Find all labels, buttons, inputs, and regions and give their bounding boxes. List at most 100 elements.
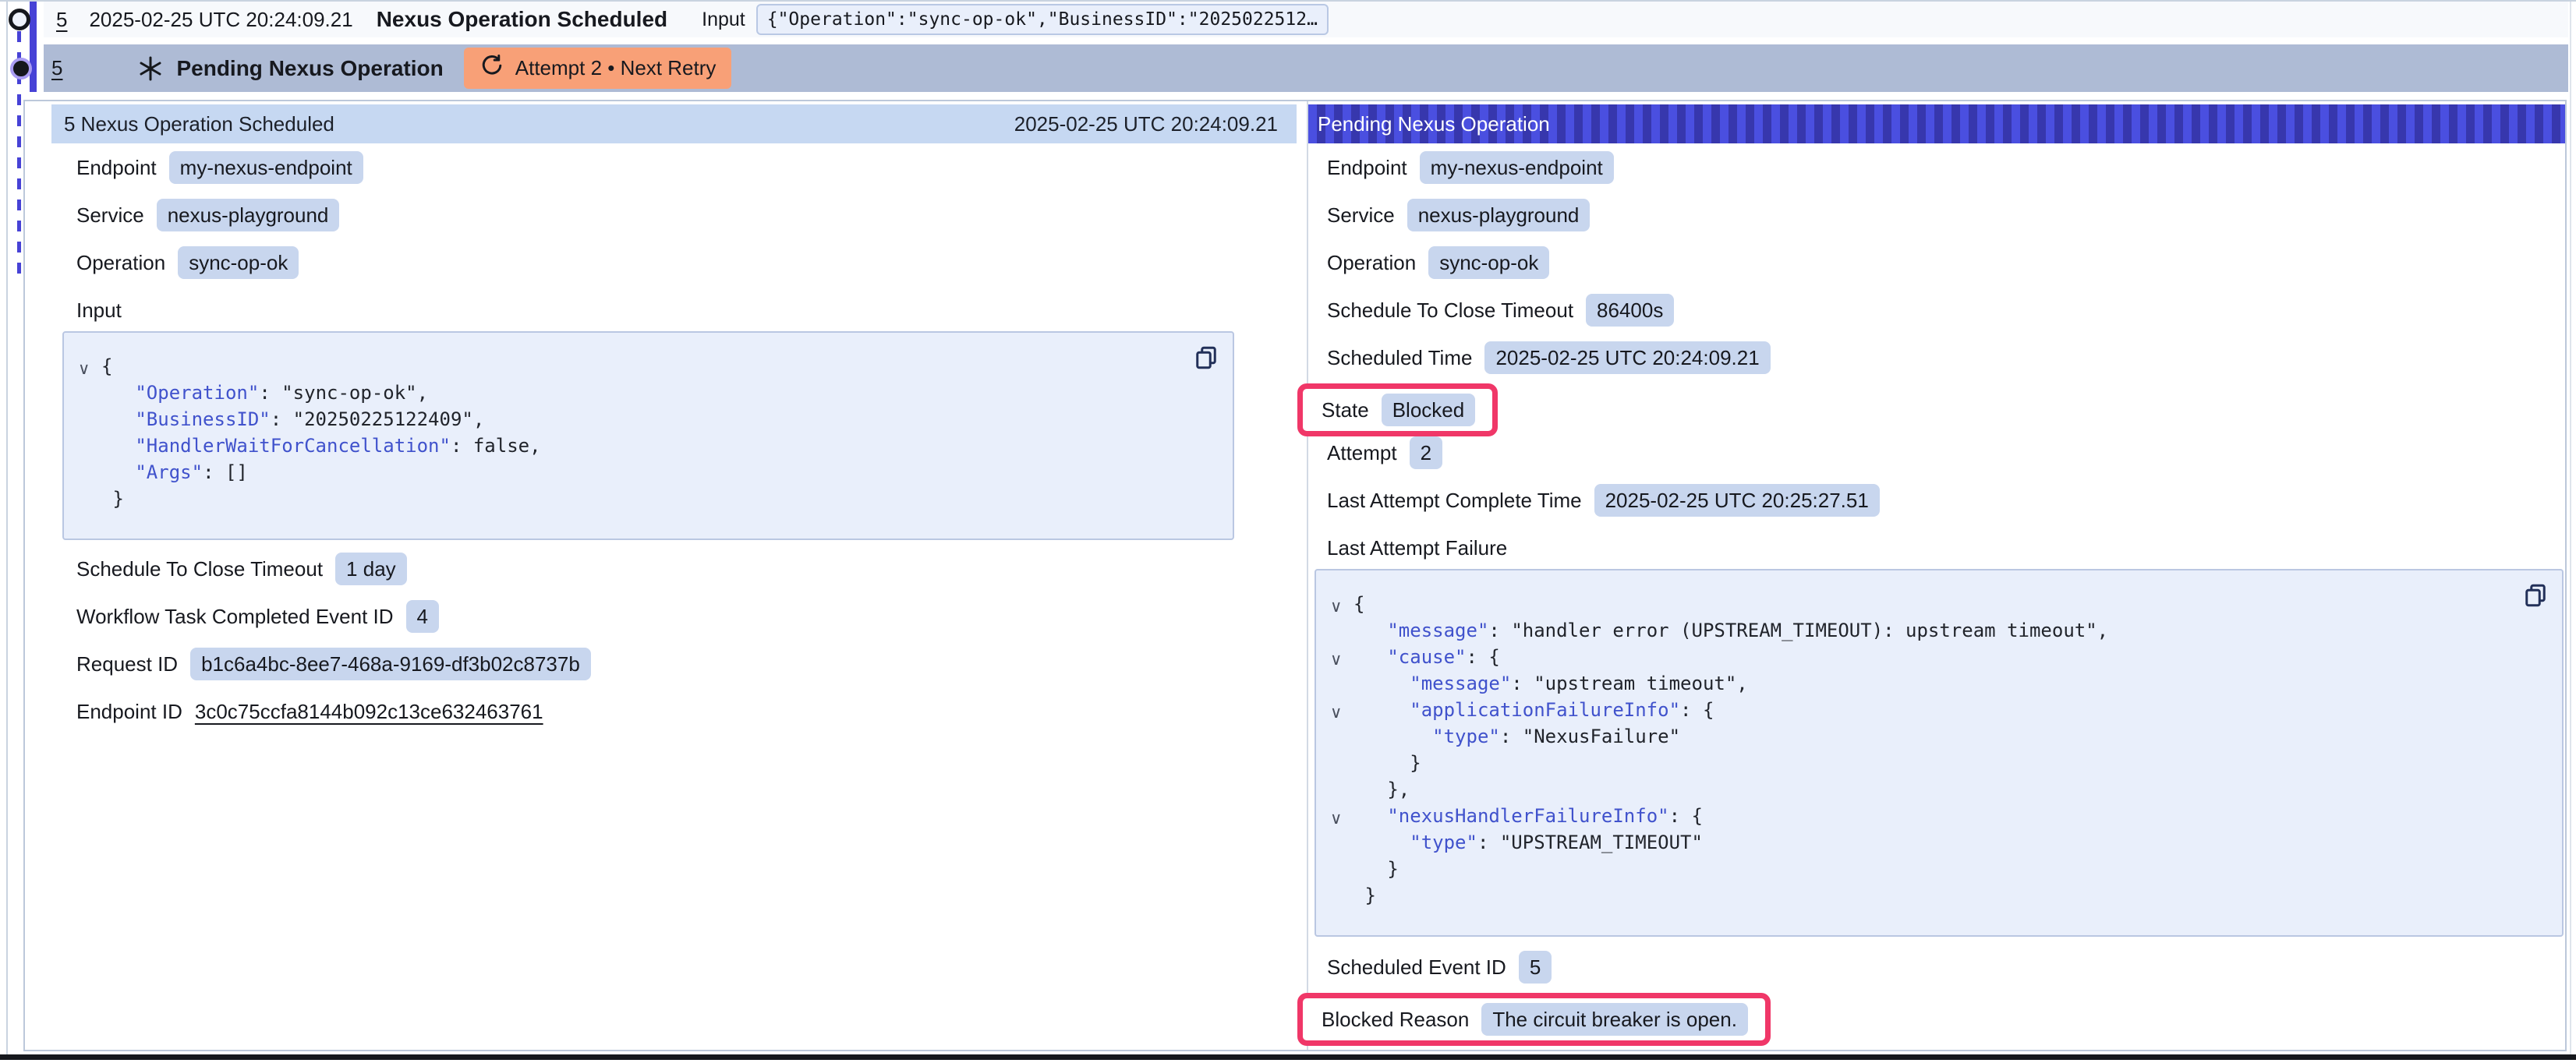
detail-header-title: Pending Nexus Operation [1318, 112, 1550, 136]
timeline-node-filled-icon [10, 58, 32, 79]
code-gutter [1324, 832, 1353, 858]
field-value-badge: 1 day [335, 553, 407, 585]
field-value-badge: sync-op-ok [178, 246, 299, 279]
code-gutter [72, 408, 101, 435]
field-scheduled-event-id: Scheduled Event ID 5 [1327, 951, 2565, 984]
field-schedule-to-close-timeout: Schedule To Close Timeout 86400s [1327, 294, 2565, 327]
event-title: Nexus Operation Scheduled [377, 7, 667, 32]
field-value-badge: sync-op-ok [1428, 246, 1549, 279]
field-value-badge: 4 [406, 600, 439, 633]
code-line: ∨{ [72, 353, 1217, 380]
code-gutter [1324, 779, 1353, 805]
field-label: Operation [1327, 251, 1416, 275]
timeline-rail [6, 2, 8, 1055]
field-endpoint: Endpoint my-nexus-endpoint [1327, 151, 2565, 184]
failure-json-viewer: ∨{ "message": "handler error (UPSTREAM_T… [1315, 569, 2564, 937]
field-label: Workflow Task Completed Event ID [76, 605, 394, 629]
field-blocked-reason: Blocked Reason The circuit breaker is op… [1327, 993, 2565, 1046]
pending-detail-header: Pending Nexus Operation [1308, 104, 2565, 143]
code-line: ∨ "cause": { [1324, 644, 2546, 670]
pending-asterisk-icon [137, 55, 164, 82]
field-label: Attempt [1327, 441, 1397, 465]
input-section-label: Input [76, 294, 1297, 327]
collapse-chevron-icon[interactable]: ∨ [1324, 699, 1353, 726]
code-line: "HandlerWaitForCancellation": false, [72, 433, 1217, 459]
workflow-event-history-view: 5 2025-02-25 UTC 20:24:09.21 Nexus Opera… [0, 0, 2576, 1063]
field-operation: Operation sync-op-ok [1327, 246, 2565, 279]
code-gutter [1324, 752, 1353, 779]
code-line: } [1324, 882, 2546, 909]
field-attempt: Attempt 2 [1327, 436, 2565, 469]
field-label: Schedule To Close Timeout [1327, 298, 1573, 323]
copy-button[interactable] [2521, 581, 2549, 609]
code-line: } [1324, 750, 2546, 776]
field-value-badge: nexus-playground [1407, 199, 1591, 231]
field-label: Schedule To Close Timeout [76, 557, 323, 581]
field-label: Operation [76, 251, 165, 275]
field-workflow-task-completed-event-id: Workflow Task Completed Event ID 4 [76, 600, 1297, 633]
event-row-nexus-operation-scheduled[interactable]: 5 2025-02-25 UTC 20:24:09.21 Nexus Opera… [44, 2, 2568, 37]
field-label: Service [76, 203, 144, 228]
field-value-badge: 2 [1410, 436, 1442, 469]
field-value-badge: 5 [1519, 951, 1552, 984]
code-line: ∨ "nexusHandlerFailureInfo": { [1324, 803, 2546, 829]
last-attempt-failure-label: Last Attempt Failure [1327, 532, 2565, 564]
event-row-pending-nexus-operation[interactable]: 5 Pending Nexus Operation Attempt 2 • Ne… [44, 44, 2568, 92]
retry-icon [479, 53, 504, 83]
input-json-code: ∨{ "Operation": "sync-op-ok", "BusinessI… [72, 353, 1217, 512]
state-highlight-annotation: State Blocked [1297, 383, 1498, 436]
input-json-viewer: ∨{ "Operation": "sync-op-ok", "BusinessI… [62, 331, 1234, 540]
field-label: Blocked Reason [1322, 1008, 1469, 1032]
code-line: "type": "NexusFailure" [1324, 723, 2546, 750]
event-input-preview-chip: {"Operation":"sync-op-ok","BusinessID":"… [756, 4, 1329, 35]
code-gutter [1324, 885, 1353, 911]
field-value-badge: my-nexus-endpoint [1420, 151, 1614, 184]
scheduled-detail-header: 5 Nexus Operation Scheduled 2025-02-25 U… [51, 104, 1297, 143]
endpoint-id-link[interactable]: 3c0c75ccfa8144b092c13ce632463761 [195, 700, 543, 724]
code-line: "Args": [] [72, 459, 1217, 486]
selected-event-indicator-bar [30, 2, 37, 92]
blocked-reason-value-badge: The circuit breaker is open. [1481, 1003, 1748, 1036]
bottom-divider-bar [0, 1054, 2576, 1060]
field-service: Service nexus-playground [1327, 199, 2565, 231]
code-gutter [1324, 858, 1353, 885]
scrollbar-gutter[interactable] [2570, 2, 2571, 1055]
code-line: "message": "handler error (UPSTREAM_TIME… [1324, 617, 2546, 644]
detail-header-title: 5 Nexus Operation Scheduled [64, 112, 334, 136]
field-value-badge: 86400s [1586, 294, 1674, 327]
field-state: State Blocked [1327, 383, 2565, 436]
field-value-badge: 2025-02-25 UTC 20:24:09.21 [1484, 341, 1770, 374]
blocked-reason-highlight-annotation: Blocked Reason The circuit breaker is op… [1297, 993, 1771, 1046]
collapse-chevron-icon[interactable]: ∨ [72, 355, 101, 382]
field-last-attempt-complete-time: Last Attempt Complete Time 2025-02-25 UT… [1327, 484, 2565, 517]
event-detail-panel: 5 Nexus Operation Scheduled 2025-02-25 U… [23, 100, 2567, 1051]
field-label: Last Attempt Complete Time [1327, 489, 1582, 513]
field-label: Scheduled Event ID [1327, 955, 1506, 980]
collapse-chevron-icon[interactable]: ∨ [1324, 646, 1353, 673]
field-value-badge: nexus-playground [157, 199, 340, 231]
collapse-chevron-icon[interactable]: ∨ [1324, 593, 1353, 620]
field-label: State [1322, 398, 1369, 422]
pending-detail-fields: Endpoint my-nexus-endpoint Service nexus… [1308, 151, 2565, 1046]
field-scheduled-time: Scheduled Time 2025-02-25 UTC 20:24:09.2… [1327, 341, 2565, 374]
state-value-badge: Blocked [1382, 394, 1476, 426]
collapse-chevron-icon[interactable]: ∨ [1324, 805, 1353, 832]
code-gutter [72, 435, 101, 461]
code-gutter [72, 382, 101, 408]
event-id-link[interactable]: 5 [56, 8, 67, 32]
field-label: Endpoint ID [76, 700, 182, 724]
code-gutter [1324, 620, 1353, 646]
field-value-badge: 2025-02-25 UTC 20:25:27.51 [1594, 484, 1880, 517]
field-service: Service nexus-playground [76, 199, 1297, 231]
copy-button[interactable] [1192, 344, 1220, 372]
code-gutter [72, 488, 101, 514]
field-value-badge: my-nexus-endpoint [169, 151, 363, 184]
code-line: ∨{ [1324, 591, 2546, 617]
event-id-link[interactable]: 5 [51, 56, 62, 80]
field-label: Scheduled Time [1327, 346, 1472, 370]
scheduled-detail-fields: Endpoint my-nexus-endpoint Service nexus… [51, 151, 1297, 728]
scheduled-event-detail: 5 Nexus Operation Scheduled 2025-02-25 U… [51, 101, 1297, 1050]
timeline-node-open-icon [9, 9, 30, 30]
event-timestamp: 2025-02-25 UTC 20:24:09.21 [89, 8, 352, 32]
code-gutter [1324, 726, 1353, 752]
